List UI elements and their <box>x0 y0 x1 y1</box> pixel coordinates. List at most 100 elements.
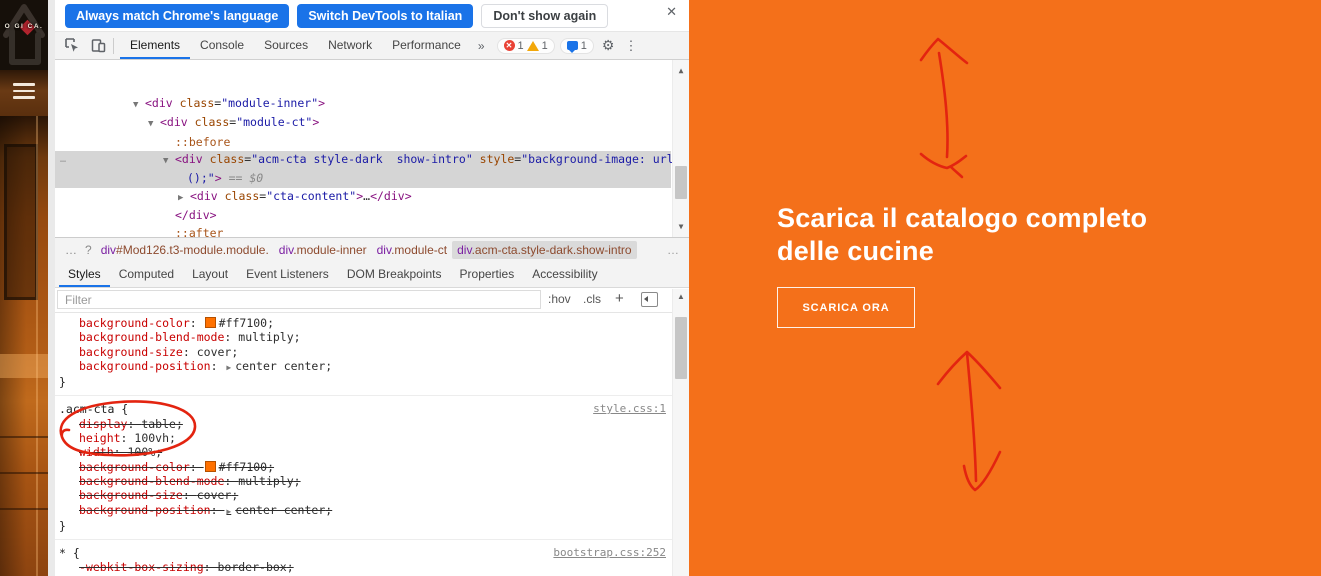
console-errors-warnings-badge[interactable]: ✕ 1 1 <box>496 37 555 54</box>
site-sidebar: O GI CA. <box>0 0 48 576</box>
css-declaration[interactable]: background-position: ▶ center center; <box>55 359 672 375</box>
disclosure-arrow-icon[interactable]: ▶ <box>178 190 190 207</box>
settings-gear-icon[interactable]: ⚙ <box>602 37 615 54</box>
tab-performance[interactable]: Performance <box>382 32 471 59</box>
css-rule: background-color: #ff7100; background-ble… <box>55 313 672 397</box>
breadcrumb-item[interactable]: div.module-ct <box>372 241 452 259</box>
mobile-menu-band <box>0 70 48 116</box>
css-declaration[interactable]: background-color: #ff7100; <box>55 460 672 474</box>
line-options-icon[interactable]: … <box>60 151 67 168</box>
issues-badge[interactable]: 1 <box>559 37 594 54</box>
css-declaration[interactable]: background-blend-mode: multiply; <box>55 330 672 344</box>
scroll-up-icon[interactable]: ▲ <box>673 292 689 301</box>
scroll-up-icon[interactable]: ▲ <box>673 62 689 79</box>
error-count: 1 <box>517 39 524 52</box>
pseudo-state-toggle[interactable]: :hov <box>548 292 571 306</box>
breadcrumb-item[interactable]: div.acm-cta.style-dark.show-intro <box>452 241 637 259</box>
color-swatch[interactable] <box>204 317 216 328</box>
warning-count: 1 <box>541 39 548 52</box>
css-declaration[interactable]: background-position: ▶ center center; <box>55 503 672 519</box>
sidebar-tab-layout[interactable]: Layout <box>183 262 237 287</box>
warning-icon <box>526 40 539 51</box>
css-declaration[interactable]: -webkit-box-sizing: border-box; <box>55 560 672 574</box>
breadcrumb-ellipsis[interactable]: … <box>61 243 81 257</box>
css-declaration[interactable]: background-color: #ff7100; <box>55 316 672 330</box>
screenshot-root: O GI CA. Always match Chrome's language … <box>0 0 1321 576</box>
css-declaration[interactable]: width: 100%; <box>55 445 672 459</box>
switch-italian-button[interactable]: Switch DevTools to Italian <box>297 3 474 28</box>
kitchen-background-image <box>0 116 48 576</box>
css-declaration[interactable]: background-size: cover; <box>55 345 672 359</box>
tab-sources[interactable]: Sources <box>254 32 318 59</box>
dont-show-again-button[interactable]: Don't show again <box>481 3 609 28</box>
devtools-tabs: Elements Console Sources Network Performance <box>120 32 471 59</box>
sidebar-tab-styles[interactable]: Styles <box>59 262 110 287</box>
tab-network[interactable]: Network <box>318 32 382 59</box>
stylesheet-link[interactable]: style.css:1 <box>593 402 666 416</box>
more-tabs-icon[interactable]: » <box>471 39 492 53</box>
css-declaration[interactable]: background-blend-mode: multiply; <box>55 474 672 488</box>
tab-console[interactable]: Console <box>190 32 254 59</box>
sidebar-tab-event-listeners[interactable]: Event Listeners <box>237 262 338 287</box>
class-toggle[interactable]: .cls <box>583 292 601 306</box>
message-count: 1 <box>580 39 587 52</box>
css-declaration[interactable]: background-size: cover; <box>55 488 672 502</box>
sidebar-tab-properties[interactable]: Properties <box>451 262 524 287</box>
stylesheet-link[interactable]: bootstrap.css:252 <box>553 546 666 560</box>
dom-tree-line[interactable]: ::before <box>55 134 671 151</box>
rule-closing-brace: } <box>59 375 66 390</box>
message-icon <box>566 41 578 53</box>
css-rule: * {bootstrap.css:252 -webkit-box-sizing: … <box>55 540 672 576</box>
kebab-menu-icon[interactable]: ⋮ <box>624 38 637 54</box>
match-language-button[interactable]: Always match Chrome's language <box>65 3 290 28</box>
css-selector[interactable]: .acm-cta { <box>55 402 672 416</box>
dom-tree-line[interactable]: </div> <box>55 207 671 224</box>
sidebar-tab-dom-breakpoints[interactable]: DOM Breakpoints <box>338 262 451 287</box>
styles-scrollbar[interactable]: ▲ <box>672 289 689 576</box>
shorthand-expander-icon[interactable]: ▶ <box>226 363 231 372</box>
dom-tree-line[interactable]: … ▼ <div class="acm-cta style-dark show-in… <box>55 151 674 171</box>
scroll-down-icon[interactable]: ▼ <box>673 218 689 235</box>
breadcrumb-item[interactable]: div#Mod126.t3-module.module. <box>96 241 274 259</box>
sidebar-tab-accessibility[interactable]: Accessibility <box>523 262 606 287</box>
devtools-panel: Always match Chrome's language Switch De… <box>55 0 689 576</box>
styles-filter-input[interactable] <box>57 290 541 309</box>
css-declaration[interactable]: display: table; <box>55 417 672 431</box>
close-icon[interactable]: ✕ <box>662 2 681 22</box>
site-cta-section: Scarica il catalogo completo delle cucin… <box>689 0 1321 576</box>
elements-scrollbar[interactable]: ▲ ▼ <box>672 60 689 237</box>
breadcrumb-item[interactable]: div.module-inner <box>274 241 372 259</box>
shorthand-expander-icon[interactable]: ▶ <box>226 507 231 516</box>
disclosure-arrow-icon[interactable]: ▼ <box>148 116 160 133</box>
new-style-rule-button[interactable]: + <box>615 290 624 307</box>
disclosure-arrow-icon[interactable]: ▼ <box>133 97 145 114</box>
scrollbar-thumb[interactable] <box>675 166 687 199</box>
breadcrumb-clipped-item[interactable]: ? <box>81 243 96 257</box>
device-toolbar-icon[interactable] <box>89 37 107 55</box>
scrollbar-thumb[interactable] <box>675 317 687 379</box>
hamburger-menu-icon[interactable] <box>13 83 35 101</box>
error-icon: ✕ <box>503 40 515 51</box>
color-swatch[interactable] <box>204 460 216 472</box>
pane-toggle-icon[interactable] <box>641 292 658 307</box>
devtools-toolbar: Elements Console Sources Network Performance… <box>55 32 689 60</box>
styles-pane: background-color: #ff7100; background-ble… <box>55 313 672 576</box>
breadcrumb-overflow[interactable]: … <box>667 243 689 257</box>
site-logo[interactable]: O GI CA. <box>0 0 48 70</box>
breadcrumb: …? div#Mod126.t3-module.module. div.module… <box>55 237 689 262</box>
dom-tree-line[interactable]: ▼ <div class="module-ct"> <box>55 114 671 133</box>
dom-tree-line[interactable]: ▼ <div class="module-inner"> <box>55 95 671 114</box>
elements-tree: ▼ <div class="module-inner"> ▼ <div class="… <box>55 60 689 237</box>
dom-tree-line[interactable]: ::after <box>55 225 671 237</box>
sidebar-tab-computed[interactable]: Computed <box>110 262 183 287</box>
styles-sidebar-tabs: Styles Computed Layout Event Listeners DOM B… <box>55 262 689 288</box>
tab-elements[interactable]: Elements <box>120 32 191 59</box>
dom-tree-line[interactable]: ▶ <div class="cta-content">…</div> <box>55 188 671 207</box>
dom-tree-line[interactable]: ();"> == $0 <box>55 170 671 188</box>
download-catalog-button[interactable]: SCARICA ORA <box>777 287 915 328</box>
inspect-element-icon[interactable] <box>63 37 81 55</box>
disclosure-arrow-icon[interactable]: ▼ <box>163 153 175 170</box>
css-rule: .acm-cta {style.css:1 display: table; heig… <box>55 396 672 541</box>
page-edge-strip <box>48 0 55 576</box>
css-declaration[interactable]: height: 100vh; <box>55 431 672 445</box>
